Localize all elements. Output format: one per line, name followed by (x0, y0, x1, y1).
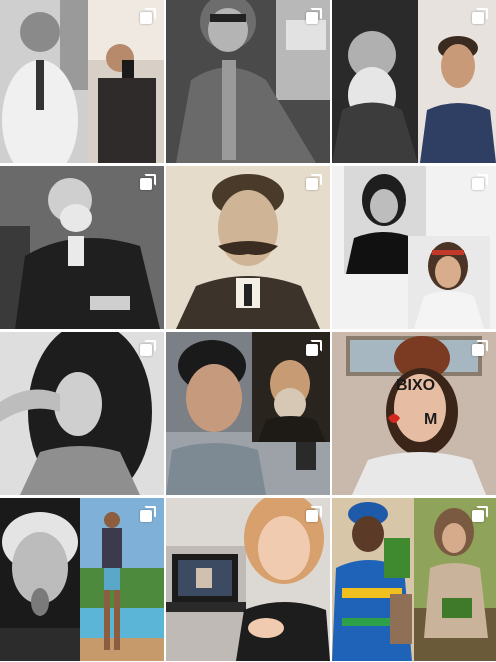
face-paint-text: BIXO (396, 377, 435, 394)
post-tile[interactable]: BIXO M (332, 332, 496, 495)
multiple-photos-icon (472, 174, 488, 190)
post-image (0, 166, 164, 329)
post-tile[interactable] (166, 498, 330, 661)
multiple-photos-icon (140, 340, 156, 356)
face-paint-text-2: M (424, 411, 437, 428)
multiple-photos-icon (306, 506, 322, 522)
multiple-photos-icon (472, 8, 488, 24)
post-image (166, 166, 330, 329)
post-image (166, 332, 330, 495)
post-image (332, 0, 496, 163)
multiple-photos-icon (306, 174, 322, 190)
post-tile[interactable] (166, 332, 330, 495)
post-tile[interactable] (0, 166, 164, 329)
multiple-photos-icon (306, 8, 322, 24)
post-tile[interactable] (0, 332, 164, 495)
post-image (0, 498, 164, 661)
photo-grid: BIXO M (0, 0, 496, 662)
post-image (332, 166, 496, 329)
multiple-photos-icon (140, 506, 156, 522)
post-image: BIXO M (332, 332, 496, 495)
post-image (332, 498, 496, 661)
multiple-photos-icon (472, 340, 488, 356)
multiple-photos-icon (140, 8, 156, 24)
post-tile[interactable] (166, 166, 330, 329)
post-tile[interactable] (332, 0, 496, 163)
post-tile[interactable] (332, 498, 496, 661)
post-tile[interactable] (0, 498, 164, 661)
post-image (0, 0, 164, 163)
multiple-photos-icon (472, 506, 488, 522)
multiple-photos-icon (306, 340, 322, 356)
multiple-photos-icon (140, 174, 156, 190)
post-image (0, 332, 164, 495)
post-tile[interactable] (0, 0, 164, 163)
post-image (166, 498, 330, 661)
post-tile[interactable] (332, 166, 496, 329)
post-image (166, 0, 330, 163)
post-tile[interactable] (166, 0, 330, 163)
